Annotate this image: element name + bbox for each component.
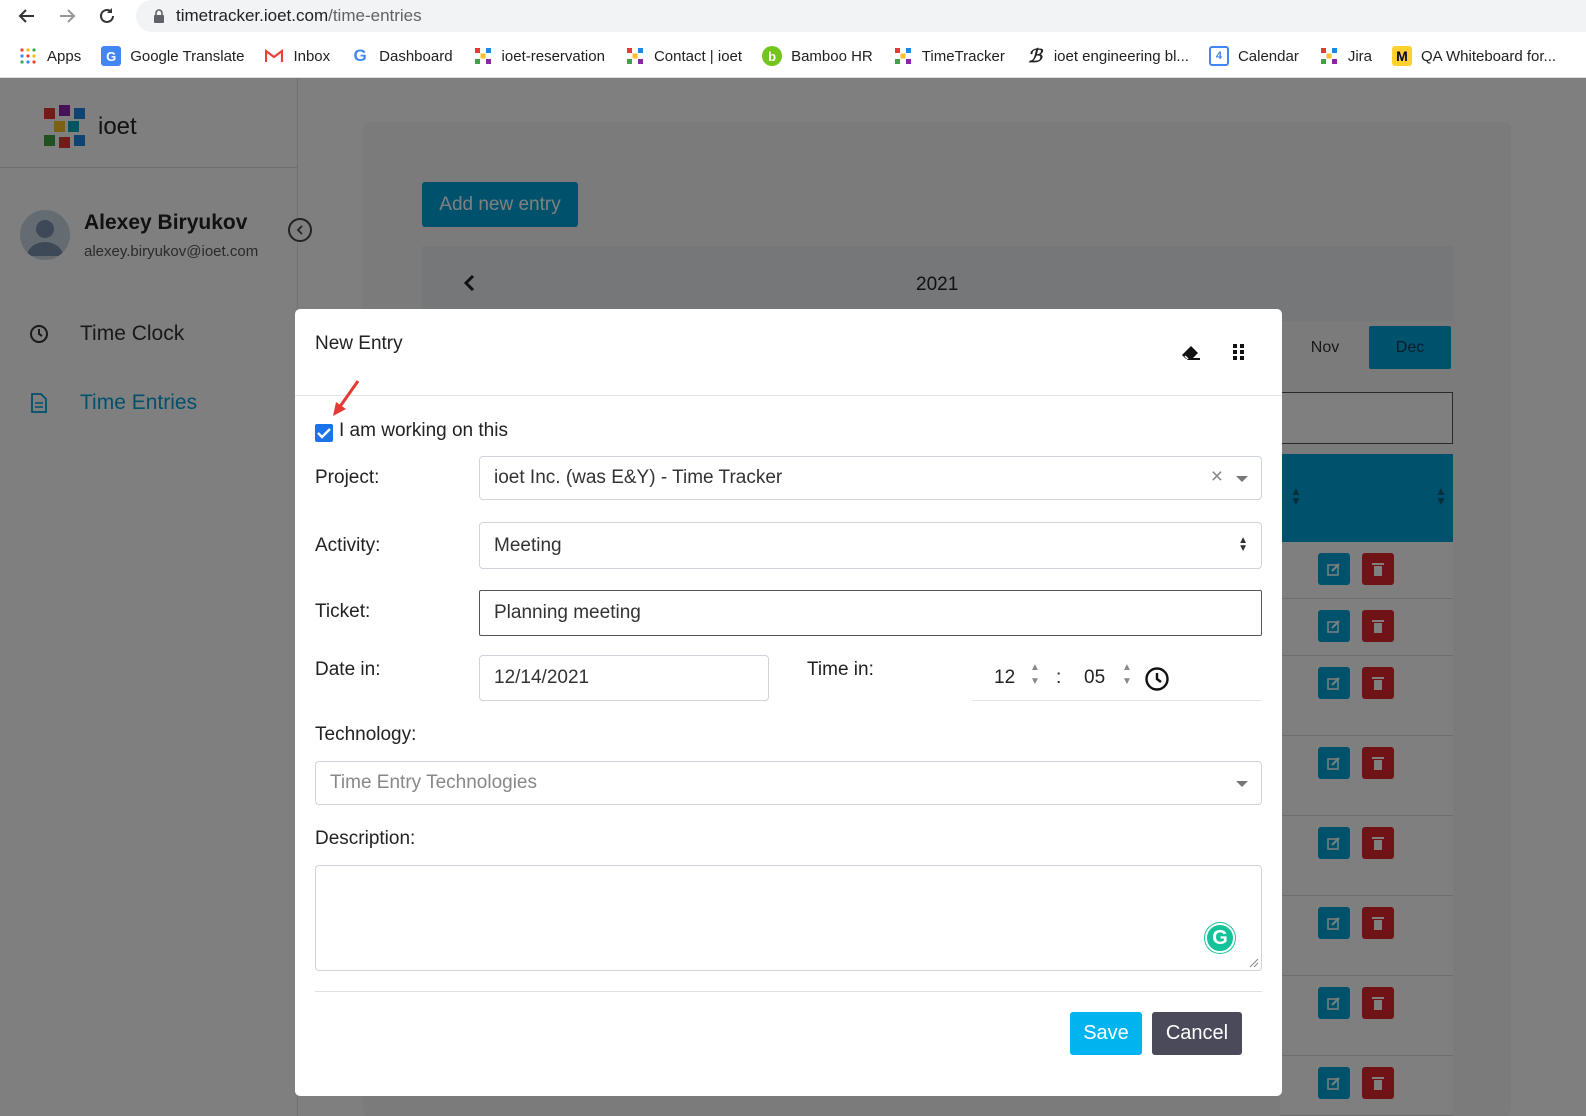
apps-grid-icon xyxy=(18,46,38,66)
reload-icon[interactable] xyxy=(94,3,120,29)
new-entry-modal: New Entry I am working on this Project: … xyxy=(295,309,1282,1096)
modal-footer-divider xyxy=(315,991,1262,992)
bookmark-qa-whiteboard[interactable]: M QA Whiteboard for... xyxy=(1391,46,1557,66)
bookmark-label: ioet engineering bl... xyxy=(1053,47,1189,65)
project-label: Project: xyxy=(315,467,380,488)
technology-placeholder: Time Entry Technologies xyxy=(330,772,537,793)
bookmark-bamboo-hr[interactable]: b Bamboo HR xyxy=(762,46,873,66)
clear-icon[interactable]: × xyxy=(1211,465,1223,489)
gmail-icon xyxy=(264,46,284,66)
bookmark-label: ioet-reservation xyxy=(501,47,605,65)
bookmark-ioet-engineering[interactable]: ℬioet engineering bl... xyxy=(1025,45,1189,67)
bookmark-label: Apps xyxy=(47,47,82,65)
hours-spinner-icon[interactable]: ▲ ▼ xyxy=(1030,661,1040,689)
eraser-icon[interactable] xyxy=(1179,340,1203,364)
bookmark-label: Contact | ioet xyxy=(653,47,743,65)
bookmark-label: Inbox xyxy=(293,47,331,65)
url-host: timetracker.ioet.com xyxy=(176,6,329,25)
bookmark-label: Google Translate xyxy=(130,47,245,65)
date-in-input[interactable]: 12/14/2021 xyxy=(479,655,769,701)
chevron-down-icon[interactable] xyxy=(1236,476,1248,482)
lock-icon xyxy=(150,7,168,25)
ticket-label: Ticket: xyxy=(315,601,371,622)
bookmark-apps[interactable]: Apps xyxy=(18,46,81,66)
miro-icon: M xyxy=(1391,46,1412,66)
bookmark-dashboard[interactable]: G Dashboard xyxy=(350,46,453,66)
modal-title: New Entry xyxy=(315,333,403,354)
bookmark-timetracker[interactable]: TimeTracker xyxy=(893,46,1005,66)
cancel-button[interactable]: Cancel xyxy=(1152,1012,1242,1055)
browser-chrome: timetracker.ioet.com/time-entries Apps G… xyxy=(0,0,1586,78)
bookmark-contact-ioet[interactable]: Contact | ioet xyxy=(625,46,742,66)
activity-select[interactable]: Meeting ▲ ▼ xyxy=(479,522,1262,569)
ioet-icon xyxy=(473,46,493,66)
chevron-down-icon[interactable] xyxy=(1236,781,1248,787)
bamboo-hr-icon: b xyxy=(762,46,783,66)
bookmarks-bar: Apps G Google Translate Inbox G Dashboard … xyxy=(0,40,1586,72)
technology-label: Technology: xyxy=(315,724,417,745)
minutes-spinner-icon[interactable]: ▲ ▼ xyxy=(1122,661,1132,689)
date-in-value: 12/14/2021 xyxy=(494,667,590,688)
select-arrows-icon: ▲ ▼ xyxy=(1238,535,1248,554)
checkmark-icon xyxy=(317,428,331,439)
modal-header: New Entry xyxy=(295,309,1282,396)
activity-label: Activity: xyxy=(315,535,381,556)
bookmark-google-translate[interactable]: G Google Translate xyxy=(101,46,244,66)
description-textarea[interactable]: G xyxy=(315,865,1262,971)
minutes-input[interactable]: 05 xyxy=(1084,667,1105,689)
project-select[interactable]: ioet Inc. (was E&Y) - Time Tracker × xyxy=(479,456,1262,500)
drag-handle-icon[interactable] xyxy=(1227,340,1251,364)
forward-arrow-icon[interactable] xyxy=(54,3,80,29)
working-on-this-label: I am working on this xyxy=(339,420,508,441)
google-translate-icon: G xyxy=(101,46,122,66)
address-bar[interactable]: timetracker.ioet.com/time-entries xyxy=(136,0,1586,32)
activity-value: Meeting xyxy=(494,534,562,556)
time-in-picker: 12 ▲ ▼ : 05 ▲ ▼ xyxy=(972,655,1262,701)
clock-icon[interactable] xyxy=(1144,666,1170,692)
bookmark-label: Dashboard xyxy=(379,47,453,65)
grammarly-icon[interactable]: G xyxy=(1205,923,1235,953)
bookmark-ioet-reservation[interactable]: ioet-reservation xyxy=(473,46,605,66)
bookmark-inbox[interactable]: Inbox xyxy=(264,46,330,66)
google-calendar-icon: 4 xyxy=(1208,46,1229,66)
ioet-icon xyxy=(1319,46,1339,66)
ioet-icon xyxy=(893,46,913,66)
annotation-arrow-icon xyxy=(333,380,360,416)
bookmark-label: TimeTracker xyxy=(921,47,1005,65)
description-label: Description: xyxy=(315,828,416,849)
url-path: /time-entries xyxy=(328,6,422,25)
bookmark-calendar[interactable]: 4 Calendar xyxy=(1208,46,1299,66)
ioet-engineering-icon: ℬ xyxy=(1027,45,1042,67)
google-icon: G xyxy=(353,46,367,65)
project-value: ioet Inc. (was E&Y) - Time Tracker xyxy=(494,467,783,488)
time-in-label: Time in: xyxy=(807,659,874,680)
bookmark-label: Jira xyxy=(1347,47,1372,65)
technology-select[interactable]: Time Entry Technologies xyxy=(315,761,1262,805)
ticket-value: Planning meeting xyxy=(494,602,641,623)
time-separator: : xyxy=(1056,667,1062,688)
date-in-label: Date in: xyxy=(315,659,381,680)
working-on-this-checkbox[interactable] xyxy=(315,424,333,442)
bookmark-jira[interactable]: Jira xyxy=(1319,46,1372,66)
save-button[interactable]: Save xyxy=(1070,1012,1142,1055)
bookmark-label: Bamboo HR xyxy=(791,47,873,65)
ioet-icon xyxy=(625,46,645,66)
hours-input[interactable]: 12 xyxy=(994,667,1015,689)
bookmark-label: QA Whiteboard for... xyxy=(1420,47,1557,65)
back-arrow-icon[interactable] xyxy=(14,3,40,29)
ticket-input[interactable]: Planning meeting xyxy=(479,590,1262,636)
bookmark-label: Calendar xyxy=(1237,47,1299,65)
resize-handle-icon[interactable] xyxy=(1249,958,1259,968)
